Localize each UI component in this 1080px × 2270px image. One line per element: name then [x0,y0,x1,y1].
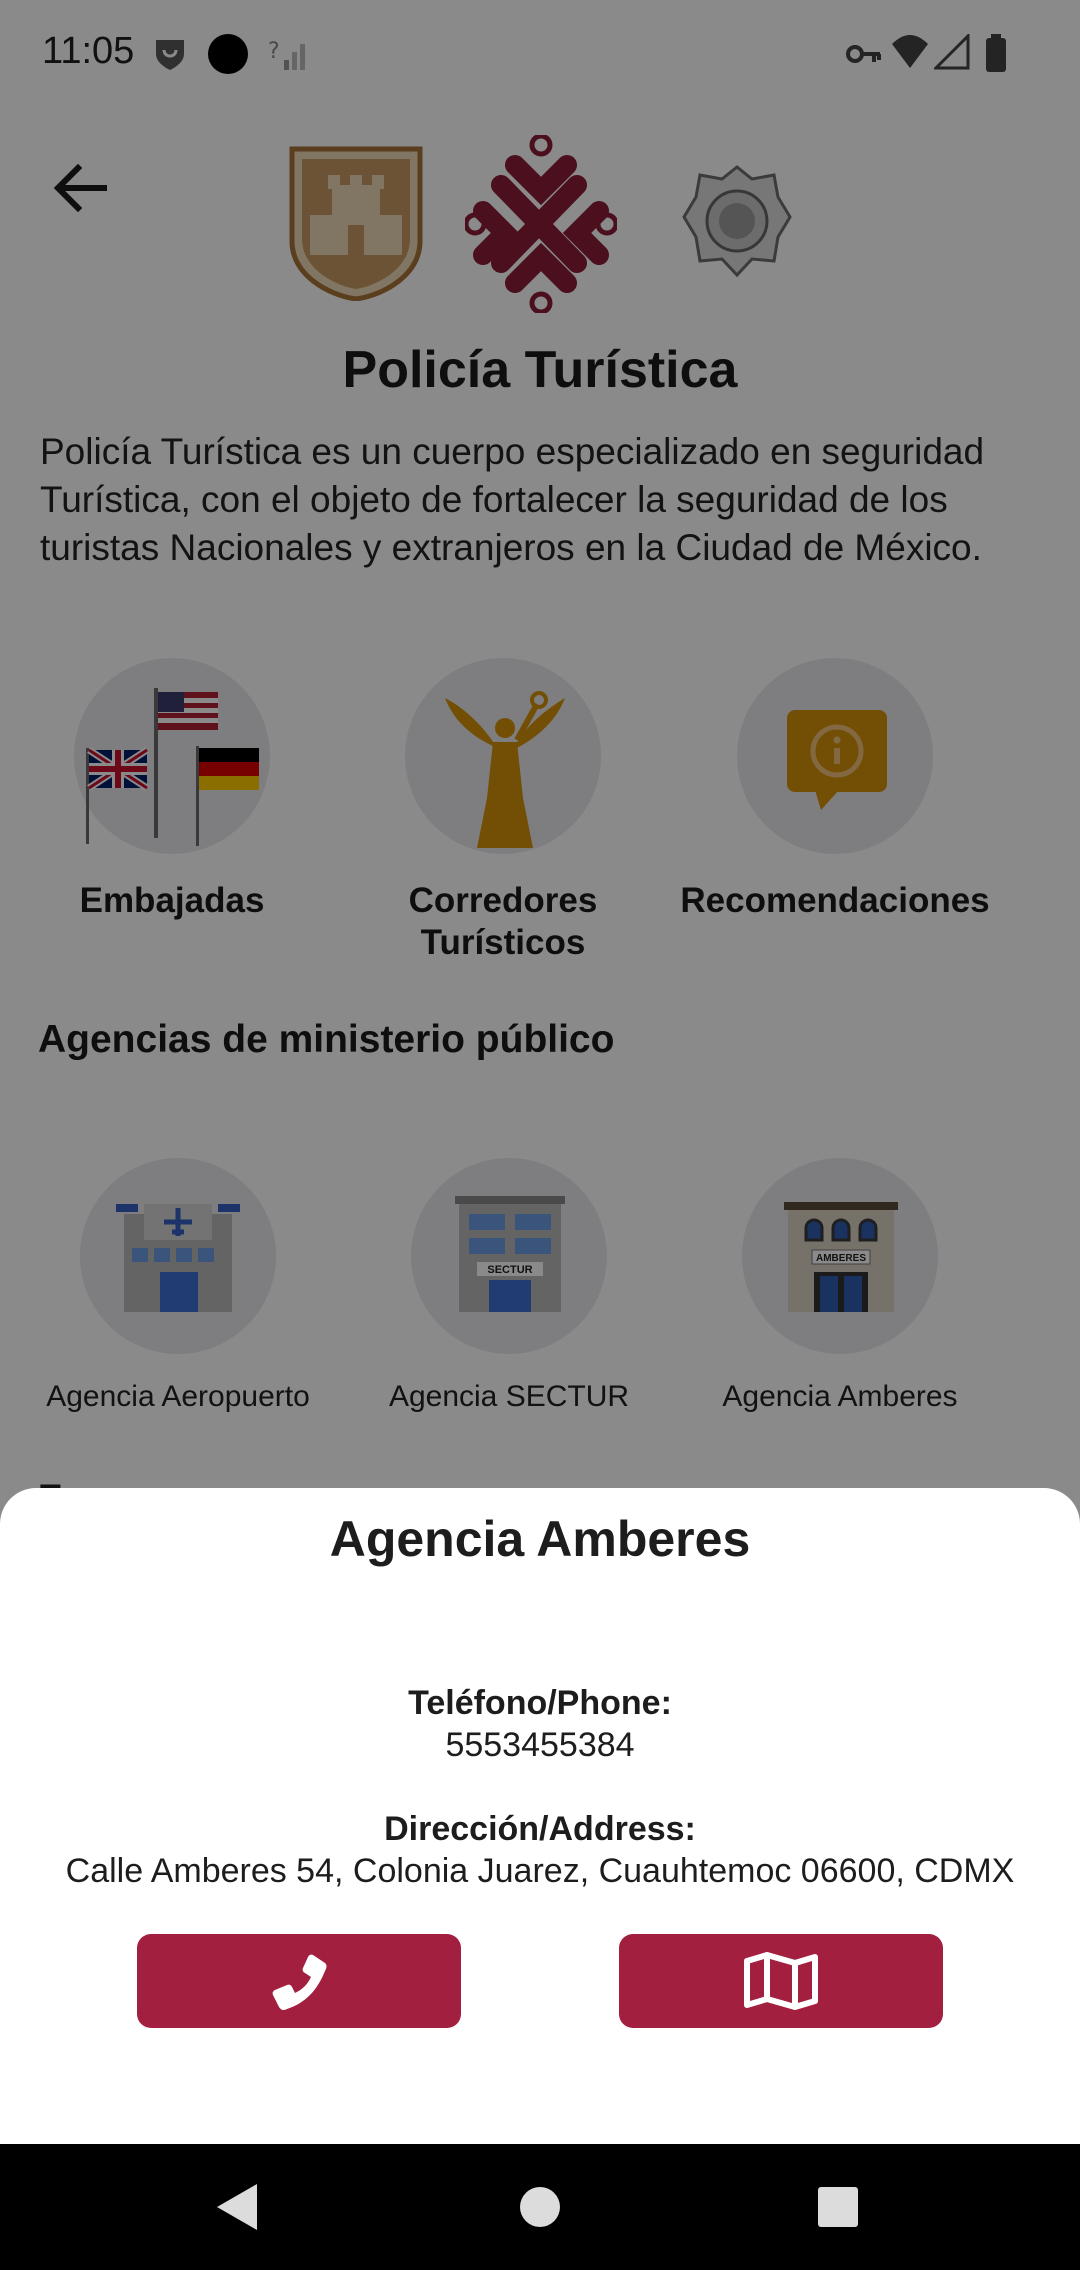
agency-detail-sheet: Agencia Amberes Teléfono/Phone: 55534553… [0,1488,1080,2144]
sheet-title: Agencia Amberes [329,1511,751,1567]
address-label: Dirección/Address: [384,1810,696,1848]
system-nav-bar [0,2144,1080,2270]
nav-recents-icon[interactable] [803,2172,873,2242]
phone-icon [272,1954,327,2011]
address-value: Calle Amberes 54, Colonia Juarez, Cuauht… [65,1852,1015,1890]
phone-label: Teléfono/Phone: [408,1684,672,1722]
app-screen: 11:05 ? Policía Turística Policía Turíst… [0,0,1080,2270]
map-icon [744,1952,818,2010]
nav-home-icon[interactable] [505,2172,575,2242]
map-button[interactable] [619,1934,943,2028]
call-button[interactable] [137,1934,461,2028]
nav-back-icon[interactable] [203,2172,273,2242]
phone-value: 5553455384 [445,1726,635,1764]
